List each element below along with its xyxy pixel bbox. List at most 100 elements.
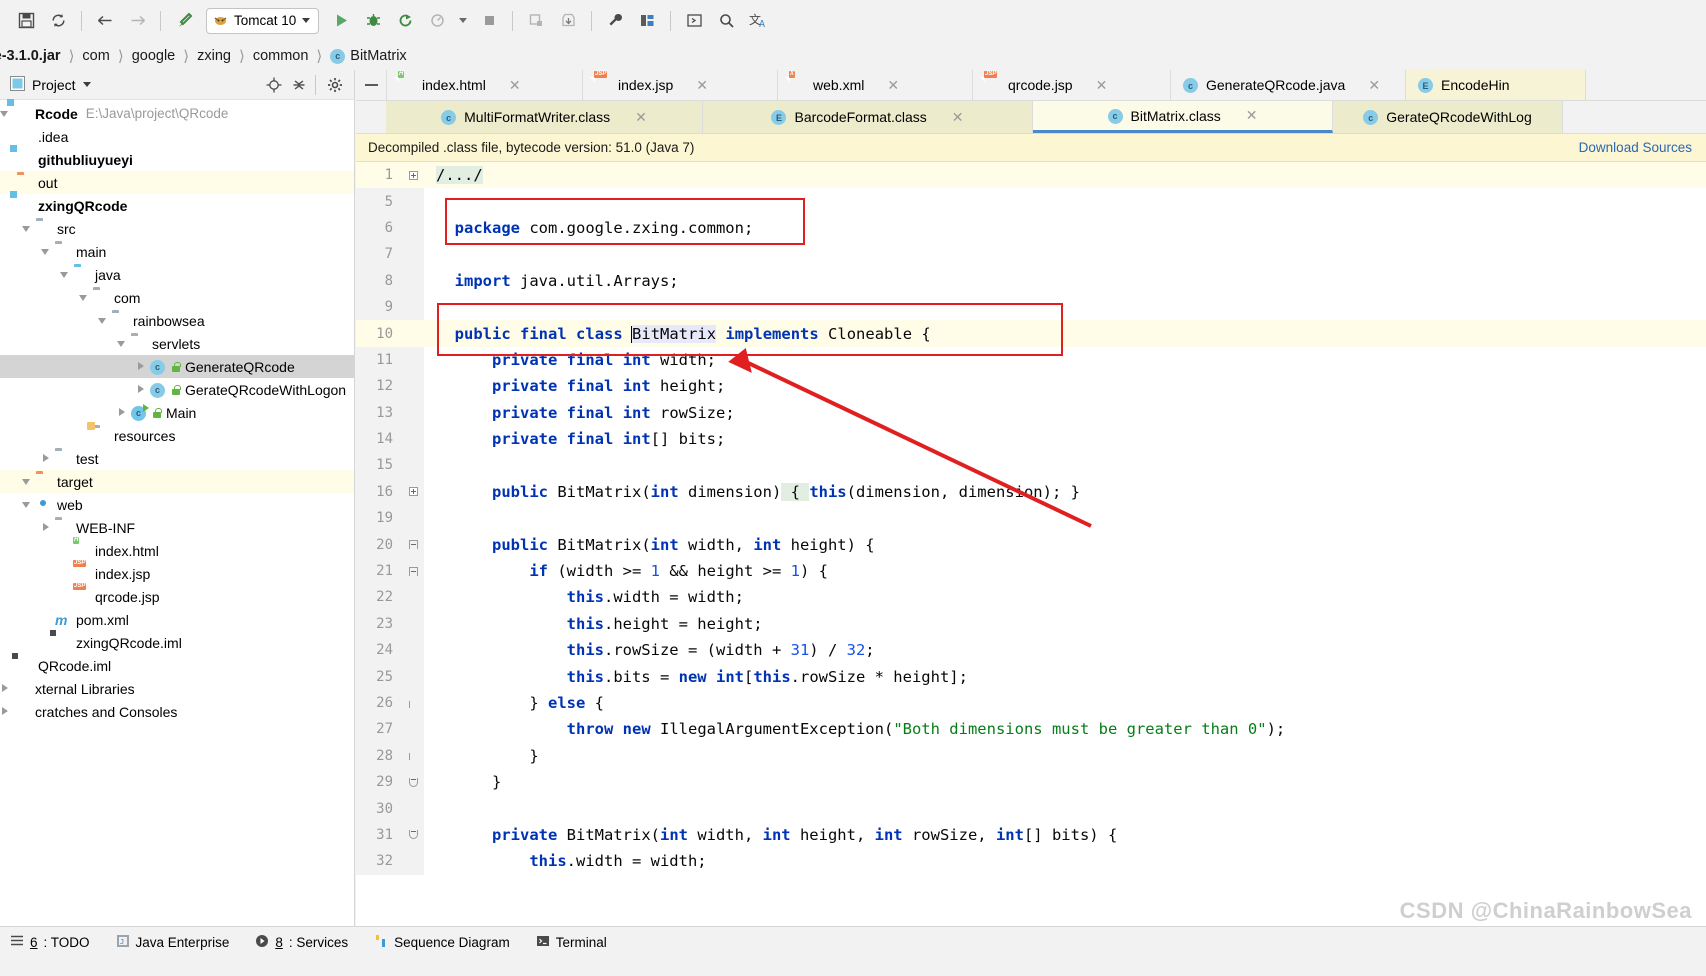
chevron-right-icon[interactable] — [0, 683, 11, 694]
tree-node-out[interactable]: out — [0, 171, 354, 194]
close-icon[interactable]: ✕ — [1368, 77, 1380, 94]
download-sources-link[interactable]: Download Sources — [1579, 140, 1692, 155]
tree-node-zxingqrcode[interactable]: zxingQRcode — [0, 194, 354, 217]
chevron-down-icon[interactable] — [0, 108, 11, 119]
code-line[interactable]: 14 private final int[] bits; — [356, 426, 1706, 452]
decompiled-tab-gerateqrcodewithlog[interactable]: cGerateQRcodeWithLog — [1333, 101, 1563, 133]
back-arrow-icon[interactable] — [92, 8, 118, 34]
status-tool-java-enterprise[interactable]: JJava Enterprise — [116, 934, 230, 951]
status-tool-sequence-diagram[interactable]: Sequence Diagram — [374, 934, 510, 951]
wrench-icon[interactable] — [602, 8, 628, 34]
editor-tab-qrcode-jsp[interactable]: JSPqrcode.jsp✕ — [973, 70, 1171, 100]
tree-node-zxingqrcode-iml[interactable]: zxingQRcode.iml — [0, 631, 354, 654]
code-line[interactable]: 10 public final class BitMatrix implemen… — [356, 320, 1706, 346]
tree-node-com[interactable]: com — [0, 286, 354, 309]
collapse-all-icon[interactable] — [288, 74, 310, 96]
tree-node-githubliuyueyi[interactable]: githubliuyueyi — [0, 148, 354, 171]
code-line[interactable]: 11 private final int width; — [356, 347, 1706, 373]
fold-gutter[interactable] — [402, 558, 424, 584]
locate-icon[interactable] — [263, 74, 285, 96]
profiler-icon[interactable] — [424, 8, 450, 34]
fold-gutter[interactable] — [402, 452, 424, 478]
code-line[interactable]: 21 if (width >= 1 && height >= 1) { — [356, 558, 1706, 584]
decompiled-tab-multiformatwriter-class[interactable]: cMultiFormatWriter.class✕ — [386, 101, 703, 133]
fold-gutter[interactable] — [402, 347, 424, 373]
fold-gutter[interactable] — [402, 400, 424, 426]
project-tree[interactable]: RcodeE:\Java\project\QRcode.ideagithubli… — [0, 100, 354, 723]
tree-node-web-inf[interactable]: WEB-INF — [0, 516, 354, 539]
collapse-editor-icon[interactable] — [356, 70, 386, 100]
fold-gutter[interactable] — [402, 743, 424, 769]
chevron-down-icon[interactable] — [302, 18, 310, 23]
fold-gutter[interactable] — [402, 426, 424, 452]
sync-icon[interactable] — [45, 8, 71, 34]
code-line[interactable]: 6 package com.google.zxing.common; — [356, 215, 1706, 241]
fold-gutter[interactable] — [402, 584, 424, 610]
code-line[interactable]: 31 private BitMatrix(int width, int heig… — [356, 822, 1706, 848]
code-line[interactable]: 26 } else { — [356, 690, 1706, 716]
chevron-down-icon[interactable] — [83, 82, 91, 87]
tree-node-cratches-and-consoles[interactable]: cratches and Consoles — [0, 700, 354, 723]
profiler-dropdown-icon[interactable] — [456, 8, 470, 34]
tree-node-resources[interactable]: resources — [0, 424, 354, 447]
update-icon[interactable] — [555, 8, 581, 34]
tree-node-rainbowsea[interactable]: rainbowsea — [0, 309, 354, 332]
debug-icon[interactable] — [360, 8, 386, 34]
chevron-down-icon[interactable] — [98, 315, 109, 326]
decompiled-tab-bitmatrix-class[interactable]: cBitMatrix.class✕ — [1033, 101, 1333, 133]
fold-gutter[interactable] — [402, 215, 424, 241]
chevron-right-icon[interactable] — [0, 706, 11, 717]
tree-node-servlets[interactable]: servlets — [0, 332, 354, 355]
chevron-right-icon[interactable] — [41, 522, 52, 533]
code-line[interactable]: 30 — [356, 795, 1706, 821]
chevron-down-icon[interactable] — [60, 269, 71, 280]
code-line[interactable]: 23 this.height = height; — [356, 611, 1706, 637]
close-icon[interactable]: ✕ — [635, 109, 647, 126]
chevron-right-icon[interactable] — [136, 384, 147, 395]
code-line[interactable]: 12 private final int height; — [356, 373, 1706, 399]
code-line[interactable]: 32 this.width = width; — [356, 848, 1706, 874]
fold-gutter[interactable] — [402, 848, 424, 874]
run-configuration-selector[interactable]: Tomcat 10 — [206, 8, 319, 34]
chevron-right-icon[interactable] — [117, 407, 128, 418]
code-line[interactable]: 5 — [356, 188, 1706, 214]
deploy-icon[interactable] — [523, 8, 549, 34]
tree-node-rcode[interactable]: RcodeE:\Java\project\QRcode — [0, 102, 354, 125]
code-line[interactable]: 27 throw new IllegalArgumentException("B… — [356, 716, 1706, 742]
editor-tab-generateqrcode-java[interactable]: cGenerateQRcode.java✕ — [1171, 70, 1406, 100]
breadcrumb-item-0[interactable]: re-3.1.0.jar — [0, 48, 61, 64]
fold-gutter[interactable] — [402, 531, 424, 557]
tree-node-gerateqrcodewithlogon[interactable]: cGerateQRcodeWithLogon — [0, 378, 354, 401]
tree-node-xternal-libraries[interactable]: xternal Libraries — [0, 677, 354, 700]
fold-gutter[interactable] — [402, 822, 424, 848]
fold-gutter[interactable] — [402, 795, 424, 821]
stop-icon[interactable] — [476, 8, 502, 34]
code-line[interactable]: 28 } — [356, 743, 1706, 769]
code-line[interactable]: 22 this.width = width; — [356, 584, 1706, 610]
structure-icon[interactable] — [634, 8, 660, 34]
console-icon[interactable] — [681, 8, 707, 34]
editor-tab-index-html[interactable]: Hindex.html✕ — [386, 70, 583, 100]
breadcrumb-item-4[interactable]: common — [253, 48, 309, 64]
fold-gutter[interactable] — [402, 505, 424, 531]
tree-node-src[interactable]: src — [0, 217, 354, 240]
fold-gutter[interactable] — [402, 162, 424, 188]
fold-gutter[interactable] — [402, 637, 424, 663]
run-icon[interactable] — [328, 8, 354, 34]
tree-node-qrcode-iml[interactable]: QRcode.iml — [0, 654, 354, 677]
close-icon[interactable]: ✕ — [1096, 77, 1108, 94]
chevron-down-icon[interactable] — [79, 292, 90, 303]
editor-tab-web-xml[interactable]: Xweb.xml✕ — [778, 70, 973, 100]
fold-gutter[interactable] — [402, 268, 424, 294]
fold-gutter[interactable] — [402, 188, 424, 214]
tree-node-index-jsp[interactable]: JSPindex.jsp — [0, 562, 354, 585]
tree-node-target[interactable]: target — [0, 470, 354, 493]
tree-node-test[interactable]: test — [0, 447, 354, 470]
code-line[interactable]: 19 — [356, 505, 1706, 531]
close-icon[interactable]: ✕ — [696, 77, 708, 94]
chevron-down-icon[interactable] — [117, 338, 128, 349]
tree-node-java[interactable]: java — [0, 263, 354, 286]
fold-gutter[interactable] — [402, 294, 424, 320]
code-line[interactable]: 15 — [356, 452, 1706, 478]
breadcrumb-item-2[interactable]: google — [132, 48, 176, 64]
